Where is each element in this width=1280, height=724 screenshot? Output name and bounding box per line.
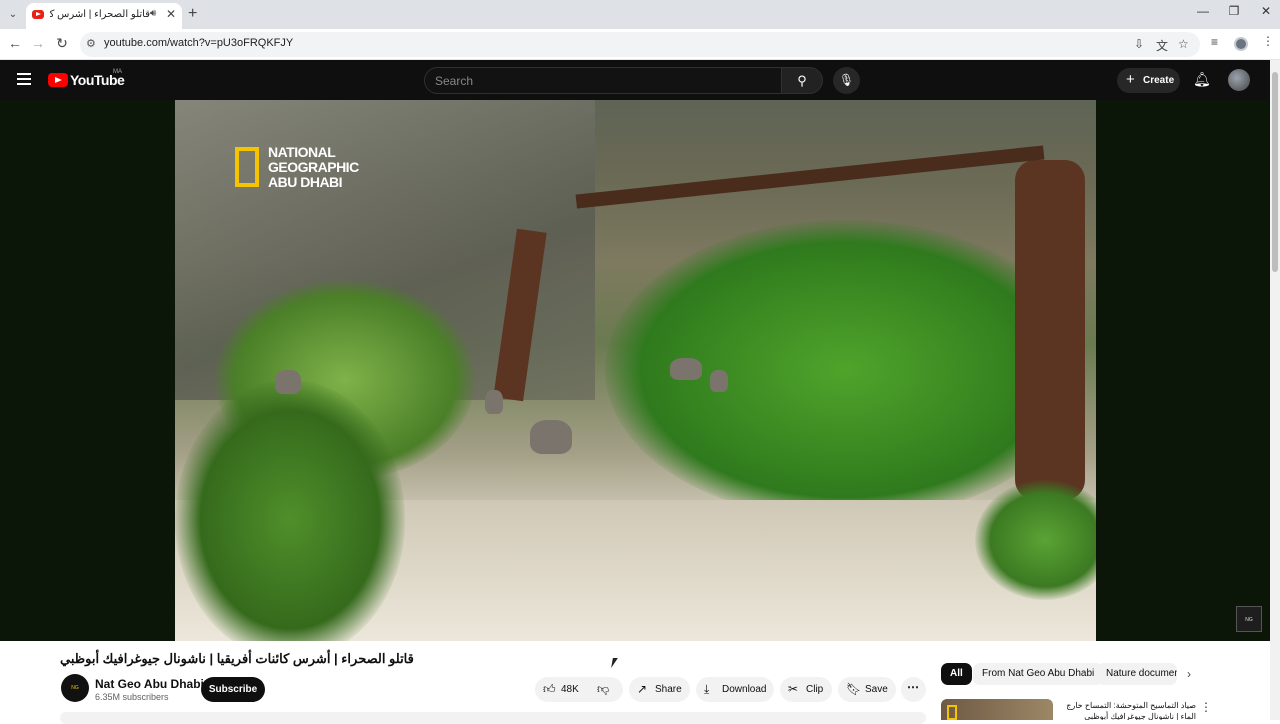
more-icon: ⋯ (907, 680, 919, 694)
download-label: Download (722, 684, 767, 695)
youtube-logo-icon[interactable] (48, 73, 68, 87)
mouse-cursor (611, 658, 618, 668)
channel-watermark-icon[interactable]: NG (1236, 606, 1262, 632)
search-icon: ⚲ (797, 73, 807, 88)
like-icon[interactable]: 👍︎ (543, 682, 556, 697)
chip-all[interactable]: All (941, 663, 972, 685)
minimize-icon[interactable]: — (1193, 4, 1213, 18)
video-player[interactable]: NATIONAL GEOGRAPHIC ABU DHABI NG (0, 100, 1270, 641)
reading-list-icon[interactable]: ≡ (1211, 35, 1218, 49)
download-icon: ⤓ (704, 682, 710, 696)
scrollbar-thumb[interactable] (1272, 72, 1278, 272)
youtube-favicon-icon (32, 10, 44, 19)
mic-icon[interactable]: 🎙︎ (833, 67, 860, 94)
plus-icon: + (1126, 71, 1135, 88)
channel-avatar[interactable]: NG (61, 674, 89, 702)
forward-icon[interactable]: → (29, 35, 47, 51)
tab-search-icon[interactable]: ⌄ (4, 6, 22, 24)
translate-icon[interactable]: 文 (1156, 37, 1168, 54)
youtube-header: YouTube MA Search ⚲ 🎙︎ + Create 🔔︎ (0, 60, 1270, 100)
create-label: Create (1143, 75, 1175, 86)
clip-icon: ✂ (788, 682, 799, 696)
save-button[interactable]: 🔖︎ Save (838, 677, 896, 702)
clip-label: Clip (806, 684, 824, 695)
menu-icon[interactable]: ⋮ (1262, 34, 1274, 48)
address-bar[interactable]: ⚙︎ youtube.com/watch?v=pU3oFRQKFJY ⇩ 文 ☆ (80, 32, 1200, 57)
back-icon[interactable]: ← (6, 35, 24, 51)
save-label: Save (865, 684, 888, 695)
subscriber-count: 6.35M subscribers (95, 692, 169, 702)
tree-trunk-right (1015, 160, 1085, 500)
site-info-icon[interactable]: ⚙︎ (86, 37, 96, 50)
channel-name[interactable]: Nat Geo Abu Dhabi (95, 677, 204, 691)
create-button[interactable]: + Create (1117, 68, 1180, 93)
audio-playing-icon[interactable]: 🔊︎ (150, 8, 156, 19)
share-icon: ↗ (637, 682, 648, 696)
tab-title: قاتلو الصحراء | أشرس كائنات (50, 9, 150, 20)
natgeo-frame-icon (947, 705, 957, 720)
oryx-animal (710, 370, 728, 392)
country-code: MA (113, 69, 122, 75)
recommended-title[interactable]: صياد التماسيح المتوحشة: التمساح خارج الم… (1058, 700, 1196, 720)
search-button[interactable]: ⚲ (781, 67, 823, 94)
search-input[interactable]: Search (424, 67, 782, 94)
search-placeholder: Search (435, 74, 474, 88)
natgeo-yellow-frame-icon (235, 147, 259, 187)
subscribe-button[interactable]: Subscribe (201, 677, 265, 702)
recommended-thumbnail[interactable] (941, 699, 1053, 720)
oryx-animal (670, 358, 702, 380)
hamburger-icon[interactable] (17, 73, 31, 85)
dislike-icon[interactable]: 👎︎ (597, 682, 609, 697)
like-dislike-group: 👍︎ 48K 👎︎ (535, 677, 623, 702)
video-title: قاتلو الصحراء | أشرس كائنات أفريقيا | نا… (60, 651, 414, 666)
browser-tab-strip: ⌄ قاتلو الصحراء | أشرس كائنات 🔊︎ ✕ + — ❐… (0, 0, 1280, 29)
bell-icon[interactable]: 🔔︎ (1193, 71, 1211, 88)
recommended-more-icon[interactable]: ⋮ (1200, 700, 1212, 714)
url-text[interactable]: youtube.com/watch?v=pU3oFRQKFJY (104, 37, 293, 49)
reload-icon[interactable]: ↻ (53, 35, 71, 52)
profile-avatar[interactable] (1234, 37, 1248, 51)
oryx-animal (485, 390, 503, 414)
browser-toolbar: ← → ↻ ⚙︎ youtube.com/watch?v=pU3oFRQKFJY… (0, 29, 1280, 60)
clip-button[interactable]: ✂ Clip (780, 677, 832, 702)
share-button[interactable]: ↗ Share (629, 677, 690, 702)
bookmark-star-icon[interactable]: ☆ (1178, 37, 1189, 51)
account-avatar[interactable] (1228, 69, 1250, 91)
download-button[interactable]: ⤓ Download (696, 677, 774, 702)
chip-nature-documentaries[interactable]: Nature documentaries (1097, 663, 1177, 685)
chip-from-channel[interactable]: From Nat Geo Abu Dhabi (973, 663, 1104, 685)
page-scrollbar[interactable] (1270, 60, 1280, 720)
oryx-animal (275, 370, 301, 394)
new-tab-button[interactable]: + (188, 5, 197, 23)
save-icon: 🔖︎ (846, 682, 862, 696)
like-count[interactable]: 48K (561, 684, 579, 695)
tree-branch (575, 145, 1045, 209)
restore-icon[interactable]: ❐ (1224, 4, 1244, 18)
window-close-icon[interactable]: ✕ (1256, 4, 1276, 18)
close-tab-icon[interactable]: ✕ (166, 7, 176, 21)
chevron-right-icon[interactable]: › (1187, 667, 1191, 681)
natgeo-watermark-text: NATIONAL GEOGRAPHIC ABU DHABI (268, 144, 359, 190)
more-actions-button[interactable]: ⋯ (901, 677, 926, 702)
browser-tab[interactable]: قاتلو الصحراء | أشرس كائنات 🔊︎ ✕ (26, 3, 182, 29)
share-label: Share (655, 684, 682, 695)
oryx-animal (530, 420, 572, 454)
foreground-shrub (175, 380, 405, 641)
install-icon[interactable]: ⇩ (1134, 37, 1144, 51)
video-frame[interactable]: NATIONAL GEOGRAPHIC ABU DHABI (175, 100, 1096, 641)
description-box[interactable] (60, 712, 926, 724)
